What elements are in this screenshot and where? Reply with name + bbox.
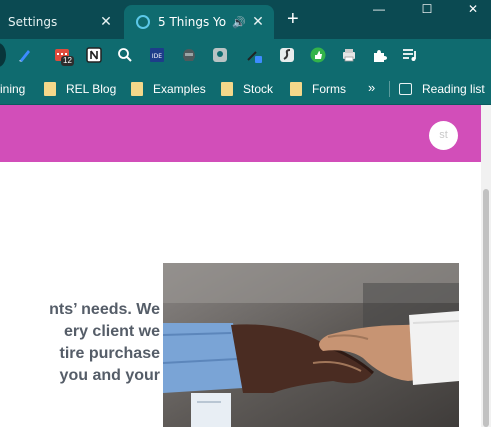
speaker-icon[interactable]: 🔊	[232, 16, 246, 29]
search-icon[interactable]	[116, 46, 134, 64]
tab-close-icon[interactable]: ✕	[250, 14, 266, 30]
minimize-button[interactable]: —	[356, 0, 402, 20]
shield-icon[interactable]	[211, 46, 229, 64]
user-avatar[interactable]: st	[429, 121, 458, 150]
scrollbar-thumb[interactable]	[483, 189, 489, 427]
title-bar: Settings ✕ 5 Things Yo 🔊 ✕ + — ☐ ✕	[0, 0, 491, 39]
article-paragraph: nts’ needs. We ery client we tire purcha…	[0, 299, 160, 387]
printer-icon[interactable]	[340, 46, 358, 64]
paragraph-line: tire purchase	[59, 345, 160, 362]
bookmark-label: Examples	[153, 81, 206, 96]
folder-icon	[290, 81, 302, 96]
playlist-icon[interactable]	[402, 46, 420, 64]
tab-title: 5 Things Yo	[158, 15, 227, 29]
reading-list-label: Reading list	[422, 81, 485, 96]
helmet-icon[interactable]	[180, 46, 198, 64]
eyedropper-icon[interactable]	[245, 46, 263, 64]
tab-settings[interactable]: Settings ✕	[0, 5, 122, 39]
tab-title: Settings	[8, 15, 58, 29]
pen-icon[interactable]	[16, 46, 34, 64]
new-tab-button[interactable]: +	[287, 9, 299, 29]
loading-spinner-icon	[136, 15, 150, 29]
profile-avatar[interactable]	[0, 43, 6, 67]
notion-icon[interactable]	[85, 46, 103, 64]
folder-icon	[221, 81, 233, 96]
paragraph-line: you and your	[59, 367, 160, 384]
bookmark-label: Stock	[243, 81, 274, 96]
thumbs-up-icon[interactable]	[309, 46, 327, 64]
svg-text:IDE: IDE	[152, 53, 162, 60]
bookmark-examples[interactable]: Examples	[131, 80, 206, 97]
folder-icon	[131, 81, 143, 96]
puzzle-icon[interactable]	[371, 46, 389, 64]
notification-badge: 12	[61, 56, 74, 66]
handshake-photo	[163, 263, 459, 427]
paragraph-line: ery client we	[63, 323, 160, 340]
reading-list-icon	[399, 82, 412, 95]
bookmark-item[interactable]: ining	[0, 80, 25, 97]
ide-icon[interactable]: IDE	[148, 46, 166, 64]
bookmark-rel-blog[interactable]: REL Blog	[44, 80, 116, 97]
folder-icon	[44, 81, 56, 96]
paragraph-line: nts’ needs. We	[49, 301, 160, 318]
web-page: st nts’ needs. We ery client we tire pur…	[0, 105, 481, 427]
close-window-button[interactable]: ✕	[450, 0, 491, 20]
maximize-button[interactable]: ☐	[404, 0, 450, 20]
bookmark-stock[interactable]: Stock	[221, 80, 273, 97]
bookmark-forms[interactable]: Forms	[290, 80, 346, 97]
bookmark-label: Forms	[312, 81, 346, 96]
calendar-icon[interactable]: 12	[53, 46, 74, 66]
bookmarks-overflow-button[interactable]: »	[368, 80, 375, 95]
reading-list-button[interactable]: Reading list	[399, 80, 485, 97]
extensions-toolbar: 12 IDE	[0, 39, 491, 72]
tab-close-icon[interactable]: ✕	[98, 14, 114, 30]
bookmarks-bar: ining REL Blog Examples Stock Forms » Re…	[0, 72, 491, 105]
bookmark-label: ining	[0, 81, 26, 96]
bookmarks-divider	[389, 81, 390, 97]
page-scrollbar[interactable]	[481, 105, 491, 427]
site-header: st	[0, 105, 481, 162]
bookmark-label: REL Blog	[66, 81, 117, 96]
script-icon[interactable]	[278, 46, 296, 64]
tab-article[interactable]: 5 Things Yo 🔊 ✕	[124, 5, 274, 39]
